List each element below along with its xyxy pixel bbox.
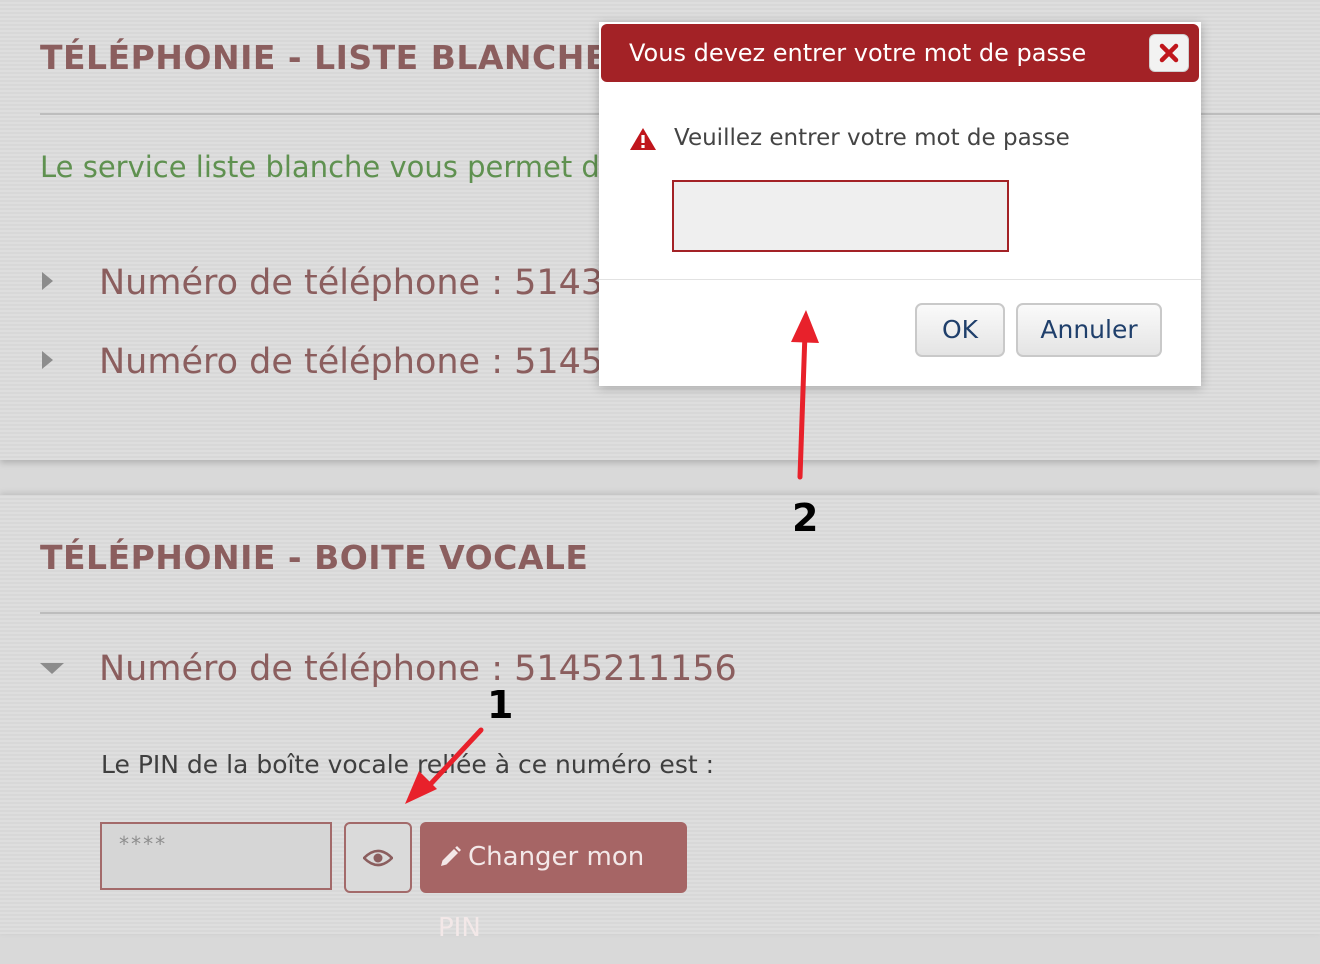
callout-number-1: 1	[487, 683, 514, 727]
arrow-2	[791, 310, 819, 480]
callout-number-2: 2	[792, 496, 819, 540]
annotation-arrows	[405, 310, 819, 804]
arrow-1	[405, 727, 484, 804]
